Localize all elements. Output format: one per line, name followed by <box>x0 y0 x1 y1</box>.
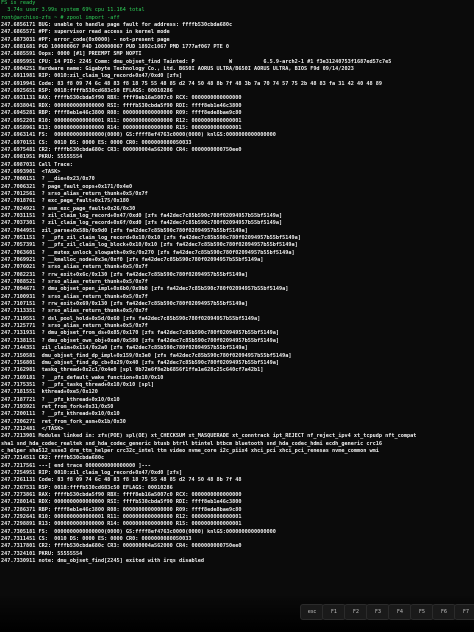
terminal-line: 247.7037301 ? zil_claim_log_record+0x6f/… <box>1 220 283 227</box>
terminal-line: 247.7267531 RSP: 0018:ffffb530cd683c50 E… <box>1 484 173 491</box>
terminal-line: 247.6958961 R13: 0000000000000000 R14: 0… <box>1 124 242 131</box>
terminal-line: 247.6873031 #PF: error_code(0x0000) - no… <box>1 36 170 43</box>
terminal-screen[interactable]: FS is ready 3.74s user 3.99s system 69% … <box>0 0 474 600</box>
terminal-line: 247.7280141 RDX: 0000000000000000 RSI: f… <box>1 499 242 506</box>
terminal-line: 247.7057391 ? __pfx_zil_claim_log_block+… <box>1 242 298 249</box>
terminal-line: 247.7286371 RBP: ffff8eb1e46c3800 R08: 0… <box>1 506 242 513</box>
terminal-line: 247.7156801 dmu_objset_find_dp_cb+0x29/0… <box>1 359 279 366</box>
terminal-line: 247.7317801 CR2: ffffb530cbda680c CR3: 0… <box>1 543 242 550</box>
terminal-line: 247.6881681 PGD 100000067 P4D 100000067 … <box>1 44 229 51</box>
keyboard-key-f7: F7 <box>454 604 474 620</box>
terminal-line: 247.7018761 ? exc_page_fault+0x175/0x180 <box>1 198 130 205</box>
terminal-line: 247.7214511 CR2: ffffb530cbda680c <box>1 455 105 462</box>
terminal-line: 247.6885591 Oops: 0000 [#1] PREEMPT SMP … <box>1 51 142 58</box>
keyboard-key-f2: F2 <box>344 604 368 620</box>
terminal-line: 247.7119551 ? dsl_pool_hold+0x5d/0x60 [z… <box>1 315 261 322</box>
terminal-line: 247.7107151 ? rrw_exit+0x69/0x130 [zfs f… <box>1 301 248 308</box>
terminal-line: 247.7031151 ? zil_claim_log_record+0x47/… <box>1 212 283 219</box>
terminal-line: 247.7162981 taskq_thread+0x2c1/0x4e0 [sp… <box>1 367 264 374</box>
terminal-line: 247.7094671 ? dmu_objset_open_impl+0x6b0… <box>1 286 289 293</box>
terminal-line: sha1 snd_hda_codec_realtek snd_hda_codec… <box>1 440 383 447</box>
terminal-line: 247.7006321 ? page_fault_oops+0x171/0x4e… <box>1 183 133 190</box>
terminal-line: 247.6975481 CR2: ffffb530cbda680c CR3: 0… <box>1 146 242 153</box>
terminal-line: 247.6919941 Code: 83 f8 09 74 6c 48 83 f… <box>1 80 383 87</box>
terminal-line: 247.7298891 R13: 0000000000000000 R14: 0… <box>1 521 242 528</box>
keyboard: esc F1 F2 F3 F4 F5 F6 F7 <box>0 596 474 632</box>
terminal-line: 247.6856171 BUG: unable to handle page f… <box>1 22 233 29</box>
terminal-line: 247.7292641 R10: 0000000000000001 R11: 0… <box>1 514 242 521</box>
terminal-line: 247.6987031 Call Trace: <box>1 161 73 168</box>
terminal-line: 247.6865571 #PF: supervisor read access … <box>1 29 170 36</box>
terminal-line: 247.7051151 ? __pfx_zil_claim_log_record… <box>1 235 301 241</box>
terminal-line: 247.7305181 FS: 0000000000000000(0000) G… <box>1 528 276 535</box>
terminal-line: 247.7012561 ? srso_alias_return_thunk+0x… <box>1 190 148 197</box>
terminal-line: FS is ready <box>1 0 36 6</box>
keyboard-key-esc: esc <box>300 604 324 620</box>
terminal-line: 247.7113351 ? srso_alias_return_thunk+0x… <box>1 308 148 315</box>
terminal-line: 247.7000151 ? __die+0x23/0x70 <box>1 176 95 183</box>
keyboard-key-f4: F4 <box>388 604 412 620</box>
terminal-line: 247.6938041 RDX: 0000000000000000 RSI: f… <box>1 102 242 109</box>
terminal-line: 247.7131931 ? dmu_objset_from_ds+0x85/0x… <box>1 330 279 337</box>
terminal-line: 3.74s user 3.99s system 69% cpu 11.164 t… <box>1 7 145 14</box>
terminal-line: 247.6981951 PKRU: 55555554 <box>1 154 83 161</box>
terminal-line: 247.6952201 R10: 0000000000000001 R11: 0… <box>1 117 242 124</box>
terminal-line: 247.7311451 CS: 0010 DS: 0000 ES: 0000 C… <box>1 536 192 543</box>
terminal-line: ront@archiso-zfs ~ # zpool import -aff <box>1 14 120 21</box>
keyboard-key-f5: F5 <box>410 604 434 620</box>
terminal-line: 247.6945281 RBP: ffff8eb1e46c3800 R08: 0… <box>1 110 242 117</box>
terminal-line: 247.7261131 Code: 83 f8 09 74 6c 48 83 f… <box>1 477 242 484</box>
keyboard-key-f6: F6 <box>432 604 456 620</box>
terminal-line: 247.7187721 ? __pfx_kthread+0x10/0x10 <box>1 396 120 403</box>
terminal-line: 247.6895951 CPU: 14 PID: 2245 Comm: dmu_… <box>1 58 392 65</box>
terminal-line: 247.6993901 <TASK> <box>1 168 61 175</box>
terminal-line: 247.7181551 kthread+0xe5/0x120 <box>1 389 98 396</box>
terminal-line: 247.7144351 zil_claim+0x114/0x2a0 [zfs f… <box>1 345 248 352</box>
terminal-line: 247.6970151 CS: 0010 DS: 0000 ES: 0000 C… <box>1 139 192 146</box>
terminal-line: 247.7206271 ret_from_fork_asm+0x1b/0x30 <box>1 418 126 425</box>
terminal-line: 247.7063601 ? __mutex_unlock_slowpath+0x… <box>1 249 295 256</box>
terminal-line: 247.7076021 ? srso_alias_return_thunk+0x… <box>1 264 148 271</box>
terminal-line: 247.7082231 ? rrw_exit+0x6c/0x130 [zfs f… <box>1 271 248 278</box>
terminal-line: 247.7175351 ? __pfx_taskq_thread+0x10/0x… <box>1 381 155 388</box>
terminal-line: 247.6911981 RIP: 0010:zil_claim_log_reco… <box>1 73 183 80</box>
terminal-line: 247.7217561 ---[ end trace 0000000000000… <box>1 462 151 469</box>
keyboard-key-f1: F1 <box>322 604 346 620</box>
terminal-line: 247.7069921 ? __kmalloc_node+0x3e/0xf0 [… <box>1 257 264 264</box>
terminal-line: 247.6931131 RAX: ffffb530cbda5f90 RBX: f… <box>1 95 242 102</box>
terminal-line: 247.7193921 ret_from_fork+0x31/0x50 <box>1 403 114 410</box>
terminal-line: 247.6963141 FS: 0000000000000000(0000) G… <box>1 132 276 139</box>
terminal-line: 247.7254951 RIP: 0010:zil_claim_log_reco… <box>1 470 183 476</box>
terminal-line: 247.7150581 dmu_objset_find_dp_impl+0x15… <box>1 352 292 359</box>
terminal-line: 247.7213901 Modules linked in: zfs(POE) … <box>1 433 417 440</box>
terminal-line: c_helper sha512_ssse3 drm_ttm_helper crc… <box>1 447 379 454</box>
terminal-line: 247.7138151 ? dmu_objset_own_obj+0xa0/0x… <box>1 337 279 344</box>
terminal-line: 247.7100931 ? srso_alias_return_thunk+0x… <box>1 293 148 300</box>
terminal-line: 247.7273861 RAX: ffffb530cbda5f90 RBX: f… <box>1 492 242 499</box>
terminal-line: 247.7169181 ? __pfx_default_wake_functio… <box>1 374 164 381</box>
terminal-line: 247.6925651 RSP: 0018:ffffb530cd683c50 E… <box>1 88 173 95</box>
terminal-line: 247.7044951 zil_parse+0x58b/0x9d0 [zfs f… <box>1 227 248 234</box>
terminal-line: 247.7330911 note: dmu_objset_find[2245] … <box>1 558 205 565</box>
terminal-line: 247.7024921 ? asm_exc_page_fault+0x26/0x… <box>1 205 136 212</box>
terminal-line: 247.7200111 ? __pfx_kthread+0x10/0x10 <box>1 411 120 418</box>
keyboard-key-f3: F3 <box>366 604 390 620</box>
terminal-line: 247.6904251 Hardware name: Gigabyte Tech… <box>1 66 354 73</box>
